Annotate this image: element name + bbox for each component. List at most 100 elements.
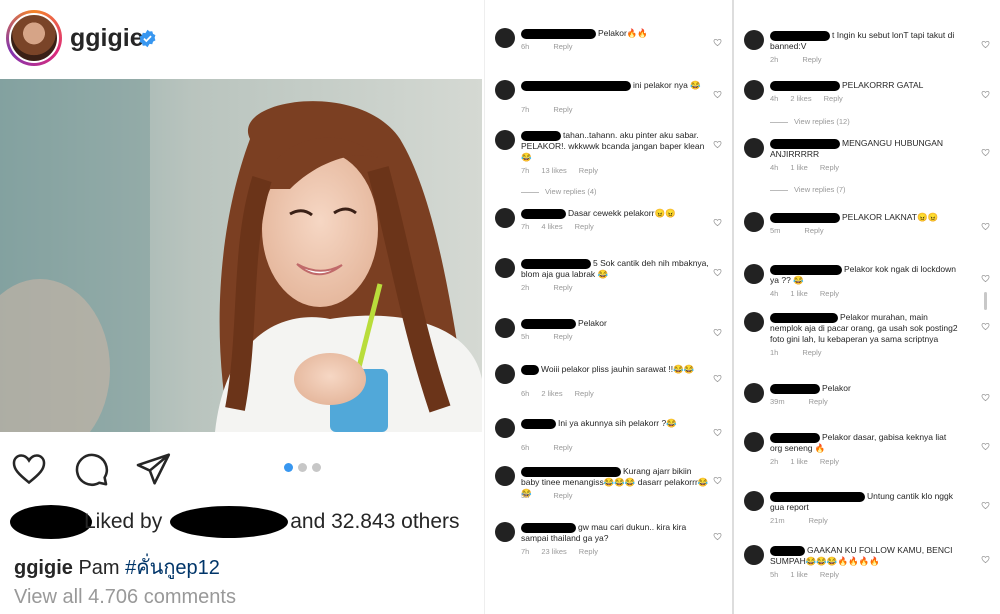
comment-text: PELAKORRR GATAL	[770, 80, 960, 91]
small-heart-icon[interactable]	[713, 86, 722, 99]
comment-likes[interactable]: 1 like	[790, 570, 808, 579]
view-replies-link[interactable]: View replies (12)	[770, 117, 850, 126]
small-heart-icon[interactable]	[981, 497, 990, 510]
reply-button[interactable]: Reply	[553, 42, 572, 51]
small-heart-icon[interactable]	[981, 551, 990, 564]
reply-button[interactable]: Reply	[820, 163, 839, 172]
small-heart-icon[interactable]	[713, 264, 722, 277]
reply-button[interactable]: Reply	[575, 222, 594, 231]
small-heart-icon[interactable]	[713, 424, 722, 437]
view-all-comments-link[interactable]: View all 4.706 comments	[14, 586, 236, 609]
commenter-avatar[interactable]	[495, 80, 515, 100]
reply-button[interactable]: Reply	[820, 289, 839, 298]
comment-body: PELAKOR LAKNAT😠😠	[842, 212, 939, 222]
small-heart-icon[interactable]	[981, 86, 990, 99]
comment-text: Woiii pelakor pliss jauhin sarawat !!😂😂	[521, 364, 711, 375]
reply-button[interactable]: Reply	[553, 283, 572, 292]
reply-button[interactable]: Reply	[575, 389, 594, 398]
commenter-avatar[interactable]	[495, 258, 515, 278]
comment-likes[interactable]: 4 likes	[541, 222, 562, 231]
reply-button[interactable]: Reply	[824, 94, 843, 103]
redacted-username	[770, 212, 840, 223]
comment-time: 5h	[521, 491, 530, 500]
commenter-avatar[interactable]	[744, 545, 764, 565]
comment-bubble-icon[interactable]	[72, 450, 110, 488]
reply-button[interactable]: Reply	[802, 348, 821, 357]
profile-avatar[interactable]	[6, 10, 62, 66]
scrollbar[interactable]	[984, 292, 987, 310]
commenter-avatar[interactable]	[744, 30, 764, 50]
small-heart-icon[interactable]	[713, 324, 722, 337]
comments-column-right: t Ingin ku sebut lonT tapi takut di bann…	[732, 0, 1000, 614]
reply-button[interactable]: Reply	[820, 570, 839, 579]
small-heart-icon[interactable]	[981, 36, 990, 49]
small-heart-icon[interactable]	[713, 214, 722, 227]
carousel-dots[interactable]	[284, 463, 321, 472]
small-heart-icon[interactable]	[981, 144, 990, 157]
liked-by-suffix[interactable]: and 32.843 others	[290, 510, 459, 534]
reply-button[interactable]: Reply	[553, 332, 572, 341]
verified-badge-icon	[139, 29, 156, 48]
carousel-dot[interactable]	[312, 463, 321, 472]
commenter-avatar[interactable]	[744, 312, 764, 332]
reply-button[interactable]: Reply	[553, 491, 572, 500]
small-heart-icon[interactable]	[981, 218, 990, 231]
post-username[interactable]: ggigie	[70, 24, 144, 53]
comment-likes[interactable]: 23 likes	[541, 547, 566, 556]
commenter-avatar[interactable]	[744, 383, 764, 403]
reply-button[interactable]: Reply	[802, 55, 821, 64]
commenter-avatar[interactable]	[744, 138, 764, 158]
reply-button[interactable]: Reply	[809, 516, 828, 525]
comment-likes[interactable]: 1 like	[790, 457, 808, 466]
reply-button[interactable]: Reply	[553, 443, 572, 452]
post-caption: ggigie Pam #คั่นกูep12	[14, 551, 220, 583]
reply-button[interactable]: Reply	[804, 226, 823, 235]
comment-text: 5 Sok cantik deh nih mbaknya, blom aja g…	[521, 258, 711, 280]
post-image[interactable]	[0, 79, 482, 432]
view-replies-link[interactable]: View replies (7)	[770, 185, 846, 194]
caption-hashtag[interactable]: #คั่นกูep12	[125, 557, 220, 579]
reply-button[interactable]: Reply	[579, 547, 598, 556]
small-heart-icon[interactable]	[713, 136, 722, 149]
small-heart-icon[interactable]	[981, 389, 990, 402]
comment-likes[interactable]: 2 likes	[790, 94, 811, 103]
commenter-avatar[interactable]	[495, 130, 515, 150]
commenter-avatar[interactable]	[495, 318, 515, 338]
comment-meta: 7h 23 likes Reply	[521, 547, 610, 556]
reply-button[interactable]: Reply	[579, 166, 598, 175]
carousel-dot-active[interactable]	[284, 463, 293, 472]
commenter-avatar[interactable]	[495, 364, 515, 384]
small-heart-icon[interactable]	[713, 370, 722, 383]
commenter-avatar[interactable]	[495, 28, 515, 48]
small-heart-icon[interactable]	[713, 34, 722, 47]
reply-button[interactable]: Reply	[820, 457, 839, 466]
commenter-avatar[interactable]	[744, 491, 764, 511]
small-heart-icon[interactable]	[713, 528, 722, 541]
small-heart-icon[interactable]	[981, 438, 990, 451]
commenter-avatar[interactable]	[495, 466, 515, 486]
small-heart-icon[interactable]	[981, 270, 990, 283]
paper-plane-icon[interactable]	[134, 450, 172, 488]
reply-button[interactable]: Reply	[553, 105, 572, 114]
small-heart-icon[interactable]	[981, 318, 990, 331]
carousel-dot[interactable]	[298, 463, 307, 472]
comment-likes[interactable]: 1 like	[790, 163, 808, 172]
comment-body: ini pelakor nya 😂	[633, 80, 701, 90]
commenter-avatar[interactable]	[744, 80, 764, 100]
reply-button[interactable]: Reply	[809, 397, 828, 406]
commenter-avatar[interactable]	[744, 212, 764, 232]
comment-time: 7h	[521, 166, 530, 175]
view-replies-link[interactable]: View replies (4)	[521, 187, 597, 196]
commenter-avatar[interactable]	[495, 208, 515, 228]
comment-likes[interactable]: 13 likes	[541, 166, 566, 175]
comment-likes[interactable]: 1 like	[790, 289, 808, 298]
comment-likes[interactable]: 2 likes	[541, 389, 562, 398]
caption-username[interactable]: ggigie	[14, 557, 73, 579]
heart-icon[interactable]	[10, 450, 48, 488]
commenter-avatar[interactable]	[495, 522, 515, 542]
commenter-avatar[interactable]	[495, 418, 515, 438]
commenter-avatar[interactable]	[744, 264, 764, 284]
commenter-avatar[interactable]	[744, 432, 764, 452]
small-heart-icon[interactable]	[713, 472, 722, 485]
redacted-username	[521, 80, 631, 91]
